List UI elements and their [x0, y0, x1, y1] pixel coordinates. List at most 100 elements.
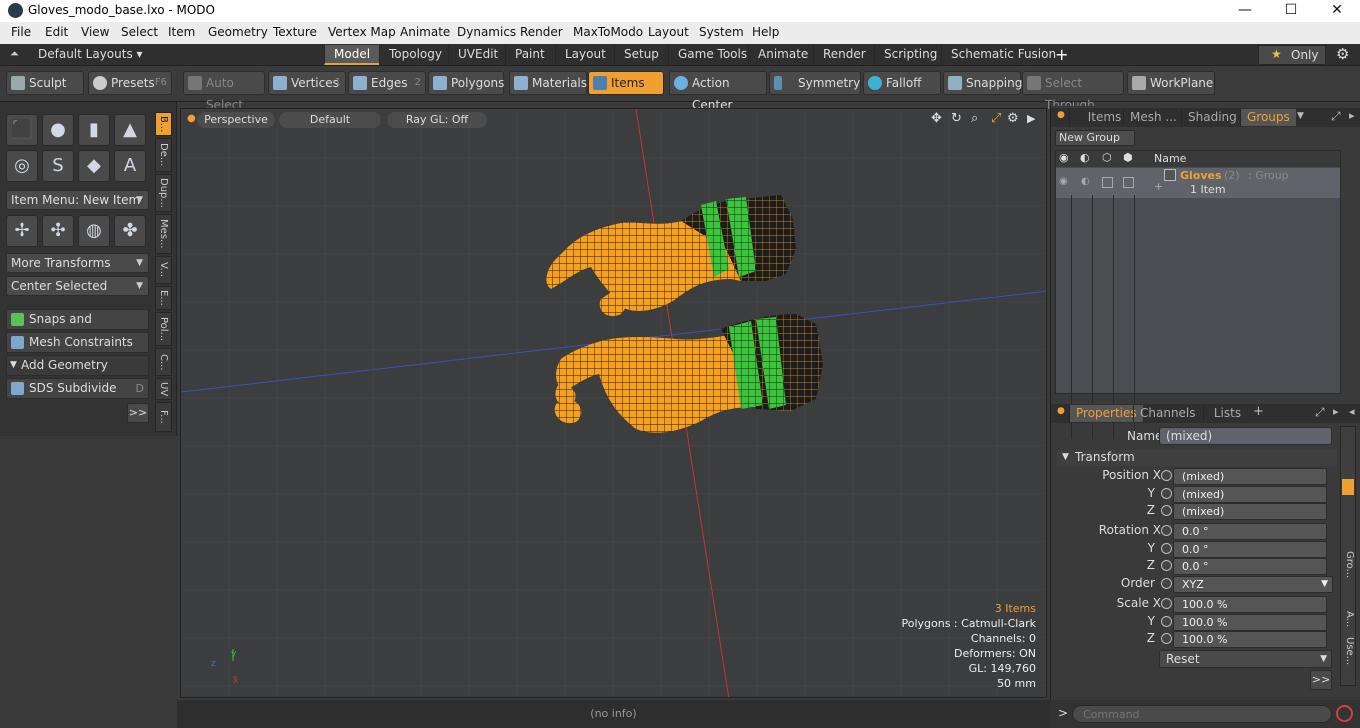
panel-menu-icon[interactable]: ▸: [1333, 405, 1339, 418]
menu-view[interactable]: View: [81, 25, 109, 39]
position-x-keyframe[interactable]: [1161, 470, 1172, 481]
sds-subdivide-button[interactable]: SDS Subdivide D: [6, 378, 149, 399]
more-button[interactable]: >>: [127, 403, 149, 423]
only-toggle[interactable]: ★ Only: [1258, 45, 1326, 65]
items-button[interactable]: Items: [588, 71, 664, 95]
tab-paint[interactable]: Paint: [505, 45, 554, 65]
menu-vertex-map[interactable]: Vertex Map: [328, 25, 396, 39]
tab-topology[interactable]: Topology: [379, 45, 451, 65]
group-row[interactable]: ◉ ◐ + Gloves (2) : Group 1 Item: [1056, 168, 1340, 198]
name-field[interactable]: (mixed): [1159, 427, 1332, 445]
rotation-y-keyframe[interactable]: [1161, 543, 1172, 554]
menu-dynamics[interactable]: Dynamics: [457, 25, 516, 39]
lock-icon[interactable]: ⬡: [1102, 151, 1112, 164]
row-eye-icon[interactable]: ◉: [1059, 176, 1068, 187]
menu-animate[interactable]: Animate: [400, 25, 450, 39]
falloff-button[interactable]: Falloff: [863, 71, 941, 95]
sculpt-button[interactable]: Sculpt: [6, 71, 84, 95]
scale-z-field[interactable]: 100.0 %: [1173, 631, 1327, 648]
order-keyframe[interactable]: [1161, 578, 1172, 589]
expand-icon[interactable]: ⤢: [1331, 109, 1341, 124]
perspective-button[interactable]: Perspective: [197, 112, 275, 128]
pen-icon[interactable]: ◆: [78, 150, 110, 182]
menu-texture[interactable]: Texture: [273, 25, 317, 39]
mesh-constraints-button[interactable]: Mesh Constraints: [6, 332, 149, 353]
menu-item[interactable]: Item: [168, 25, 195, 39]
close-button[interactable]: ✕: [1314, 0, 1360, 22]
tab-lists[interactable]: Lists: [1203, 405, 1251, 422]
add-tab-button[interactable]: +: [1253, 404, 1264, 419]
add-geometry-header[interactable]: ▼ Add Geometry: [6, 355, 149, 376]
more-properties-button[interactable]: >>: [1310, 670, 1332, 690]
side-tab-a[interactable]: A...: [1341, 609, 1355, 629]
side-tab-groups[interactable]: Gro...: [1341, 547, 1355, 583]
menu-layout[interactable]: Layout: [648, 25, 689, 39]
scale-tool-icon[interactable]: ◍: [78, 215, 110, 247]
groups-scrollbar[interactable]: [1343, 150, 1355, 394]
move-tool-icon[interactable]: ✢: [6, 215, 38, 247]
vtab-deform[interactable]: De...: [155, 138, 172, 172]
row-lock-toggle[interactable]: [1102, 177, 1113, 188]
transform-header[interactable]: ▼ Transform: [1057, 450, 1337, 466]
menu-geometry[interactable]: Geometry: [208, 25, 268, 39]
select-through-button[interactable]: Select Through: [1022, 71, 1124, 112]
3d-viewport[interactable]: y x z ● Perspective Default Ray GL: Off …: [180, 108, 1047, 698]
cylinder-icon[interactable]: ▮: [78, 114, 110, 146]
workplane-button[interactable]: WorkPlane: [1127, 71, 1215, 95]
select-icon[interactable]: ⬢: [1123, 151, 1133, 164]
tab-scripting[interactable]: Scripting: [874, 45, 946, 65]
eye-icon[interactable]: ◉: [1059, 151, 1069, 164]
vtab-fusion[interactable]: F...: [155, 402, 172, 432]
vtab-mesh[interactable]: Mes...: [155, 214, 172, 254]
row-select-toggle[interactable]: [1123, 177, 1134, 188]
fit-view-icon[interactable]: ⤢: [991, 111, 1001, 126]
polygons-button[interactable]: Polygons: [428, 71, 504, 95]
symmetry-button[interactable]: Symmetry: [769, 71, 861, 95]
panel-menu-icon[interactable]: ◂: [1349, 405, 1355, 418]
presets-button[interactable]: Presets F6: [88, 71, 172, 95]
minimize-button[interactable]: —: [1222, 0, 1268, 22]
text-icon[interactable]: A: [114, 150, 146, 182]
vtab-vertex[interactable]: V...: [155, 256, 172, 284]
menu-select[interactable]: Select: [121, 25, 158, 39]
action-center-button[interactable]: Action Center: [669, 71, 767, 112]
vtab-curve[interactable]: C...: [155, 348, 172, 376]
tab-channels[interactable]: Channels: [1133, 405, 1202, 422]
tab-animate[interactable]: Animate: [748, 45, 817, 65]
cone-icon[interactable]: ▲: [114, 114, 146, 146]
vtab-duplicate[interactable]: Dup...: [155, 174, 172, 212]
row-render-icon[interactable]: ◐: [1081, 176, 1090, 187]
side-tab-user[interactable]: Use...: [1341, 633, 1355, 669]
torus-icon[interactable]: ◎: [6, 150, 38, 182]
collapse-arrow-icon[interactable]: ⏶: [10, 47, 19, 61]
cube-icon[interactable]: ⬛: [6, 114, 38, 146]
new-group-button[interactable]: New Group: [1055, 130, 1135, 146]
side-tab-active[interactable]: [1342, 479, 1354, 495]
vtab-uv[interactable]: UV: [155, 378, 172, 400]
pan-icon[interactable]: ✥: [931, 111, 942, 126]
tab-properties[interactable]: Properties: [1069, 405, 1143, 422]
menu-system[interactable]: System: [699, 25, 744, 39]
tab-schematic-fusion[interactable]: Schematic Fusion: [941, 45, 1065, 65]
render-icon[interactable]: ◐: [1080, 151, 1090, 164]
tab-mesh[interactable]: Mesh ...: [1123, 109, 1183, 126]
transform-tool-icon[interactable]: ✤: [114, 215, 146, 247]
menu-maxtomodo[interactable]: MaxToModo: [573, 25, 643, 39]
rotation-y-field[interactable]: 0.0 °: [1173, 541, 1327, 558]
scale-y-keyframe[interactable]: [1161, 616, 1172, 627]
snaps-precision-button[interactable]: Snaps and Precision: [6, 309, 149, 345]
panel-menu-icon[interactable]: ▸: [1349, 109, 1355, 122]
scale-z-keyframe[interactable]: [1161, 633, 1172, 644]
position-y-keyframe[interactable]: [1161, 488, 1172, 499]
rotation-x-keyframe[interactable]: [1161, 525, 1172, 536]
record-icon[interactable]: [1336, 705, 1353, 722]
position-z-keyframe[interactable]: [1161, 505, 1172, 516]
menu-help[interactable]: Help: [752, 25, 779, 39]
scale-x-keyframe[interactable]: [1161, 598, 1172, 609]
position-y-field[interactable]: (mixed): [1173, 486, 1327, 503]
viewport-expand-icon[interactable]: ▶: [1027, 112, 1035, 125]
menu-render[interactable]: Render: [520, 25, 563, 39]
maximize-button[interactable]: ☐: [1268, 0, 1314, 22]
capsule-icon[interactable]: S: [42, 150, 74, 182]
reset-dropdown[interactable]: Reset ▼: [1159, 650, 1332, 668]
